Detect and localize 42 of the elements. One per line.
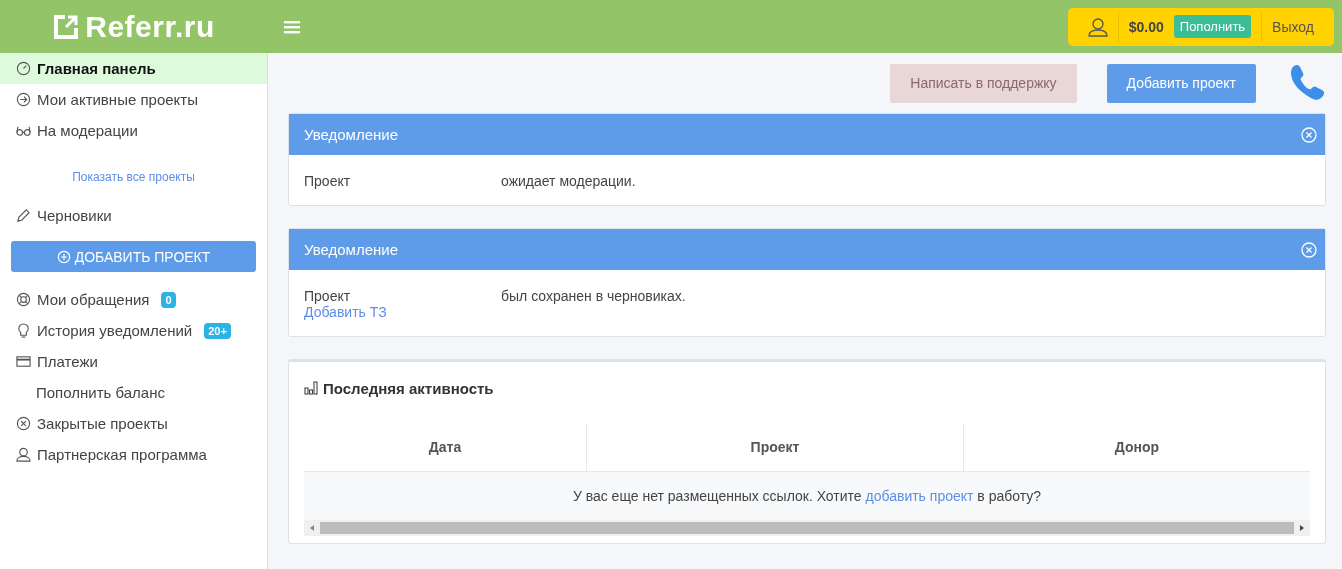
plus-circle-icon	[56, 249, 71, 264]
sidebar-item[interactable]: Партнерская программа	[0, 439, 267, 470]
close-icon[interactable]	[1301, 126, 1317, 143]
activity-title: Последняя активность	[323, 379, 494, 397]
project-label: Проект	[304, 173, 352, 189]
sidebar-item[interactable]: На модерации	[0, 115, 267, 146]
pencil-icon	[16, 208, 31, 223]
balance-amount: $0.00	[1128, 18, 1164, 35]
empty-message: У вас еще нет размещенных ссылок. Хотите добавить проект в работу?	[572, 488, 1042, 504]
bar-chart-icon	[304, 381, 318, 395]
sidebar-item[interactable]: Черновики	[0, 200, 267, 231]
sidebar-item[interactable]: Закрытые проекты	[0, 408, 267, 439]
notification-text: был сохранен в черновиках.	[501, 288, 686, 304]
notification-title: Уведомление	[304, 126, 398, 143]
sidebar-item[interactable]: Платежи	[0, 346, 267, 377]
sidebar-subitem[interactable]: Пополнить баланс	[0, 377, 267, 408]
menu-icon[interactable]	[284, 19, 300, 34]
close-circle-icon	[16, 416, 31, 431]
column-header: Донор	[1113, 438, 1161, 457]
logout-link[interactable]: Выход	[1272, 18, 1314, 35]
column-header: Проект	[587, 423, 964, 471]
sidebar-item[interactable]: Мои обращения 0	[0, 284, 267, 315]
arrow-circle-icon	[16, 92, 31, 107]
lightbulb-icon	[16, 323, 31, 338]
credit-card-icon	[16, 354, 31, 369]
column-header: Дата	[304, 423, 587, 471]
count-badge: 0	[161, 291, 176, 308]
user-icon	[16, 447, 31, 462]
logo-text: Referr.ru	[85, 9, 215, 44]
sidebar-item[interactable]: История уведомлений 20+	[0, 315, 267, 346]
notification-title: Уведомление	[304, 241, 398, 258]
horizontal-scrollbar[interactable]	[304, 520, 1310, 536]
project-label: Проект	[304, 288, 352, 304]
logo-icon	[53, 13, 80, 40]
user-icon[interactable]	[1087, 16, 1108, 37]
gauge-icon	[16, 61, 31, 76]
sidebar-item[interactable]: Мои активные проекты	[0, 84, 267, 115]
notification-text: ожидает модерации.	[501, 173, 636, 189]
sidebar-item[interactable]: Главная панель	[0, 53, 267, 84]
close-icon[interactable]	[1301, 241, 1317, 258]
count-badge: 20+	[204, 322, 231, 339]
lifebuoy-icon	[16, 292, 31, 307]
